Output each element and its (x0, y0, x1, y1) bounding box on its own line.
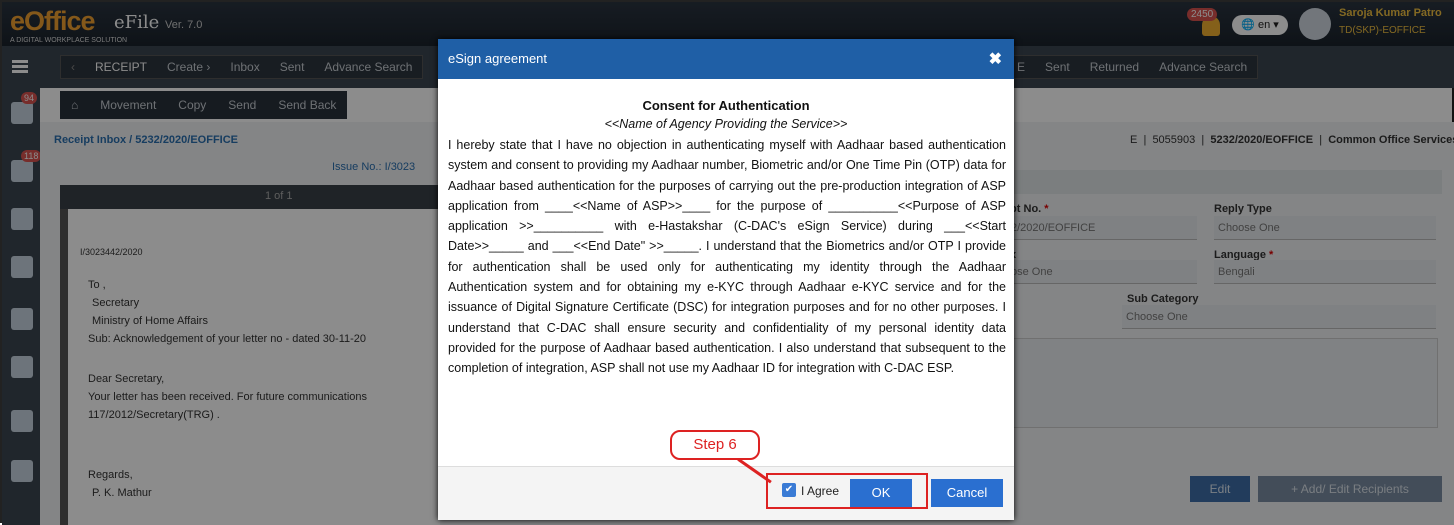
cancel-button[interactable]: Cancel (931, 479, 1003, 507)
step-callout: Step 6 (670, 430, 760, 460)
modal-header: eSign agreement ✖ (438, 39, 1014, 79)
close-icon[interactable]: ✖ (989, 49, 1002, 69)
modal-title: eSign agreement (448, 51, 548, 66)
consent-subtitle: <<Name of Agency Providing the Service>> (604, 117, 848, 131)
ok-button[interactable]: OK (850, 479, 912, 507)
consent-title: Consent for Authentication (642, 98, 810, 113)
agree-checkbox[interactable]: ✔ (782, 483, 796, 497)
agree-label[interactable]: I Agree (801, 484, 839, 498)
window-frame: eOffice A DIGITAL WORKPLACE SOLUTION eFi… (0, 0, 1454, 525)
consent-body: I hereby state that I have no objection … (448, 138, 1006, 376)
